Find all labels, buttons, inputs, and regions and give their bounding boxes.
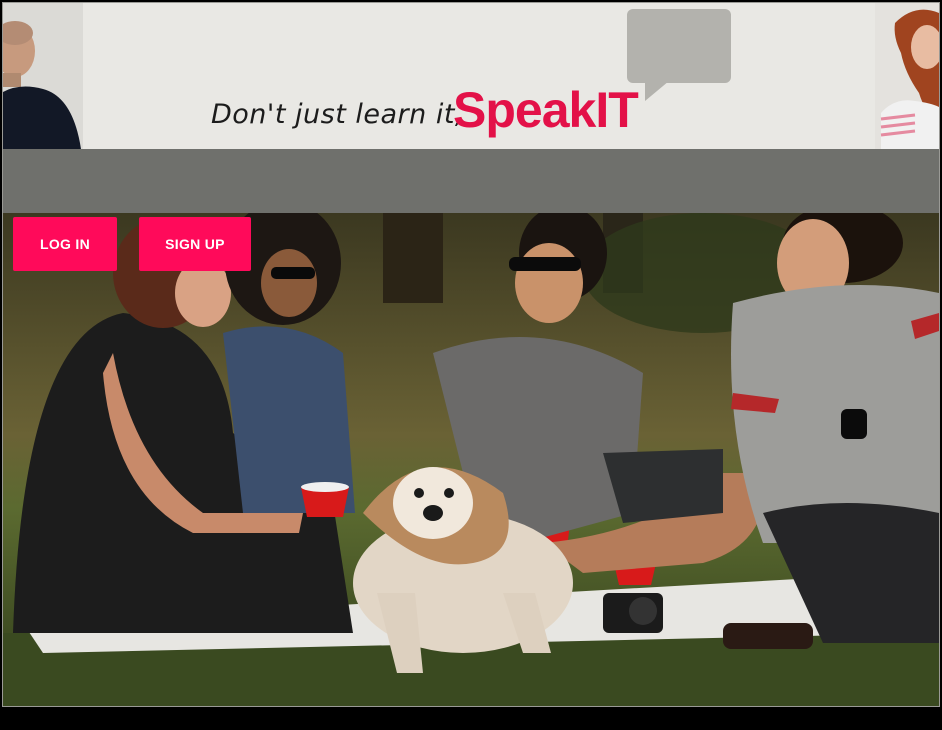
header-banner: Don't just learn it, SpeakIT — [3, 3, 939, 149]
hero-image — [3, 213, 939, 706]
speech-bubble-tail — [645, 81, 669, 101]
hero-photo — [3, 213, 939, 706]
nav-bar — [3, 149, 939, 213]
banner-photo-woman — [875, 3, 939, 149]
brand-logo: SpeakIT — [453, 82, 639, 138]
app-frame: Don't just learn it, SpeakIT LOG IN SIGN… — [2, 2, 940, 707]
speech-bubble-icon — [627, 9, 731, 83]
signup-button[interactable]: SIGN UP — [139, 217, 251, 271]
page: Don't just learn it, SpeakIT LOG IN SIGN… — [0, 0, 942, 730]
tagline: Don't just learn it, — [211, 99, 464, 130]
login-button[interactable]: LOG IN — [13, 217, 117, 271]
banner-photo-man — [3, 3, 83, 149]
